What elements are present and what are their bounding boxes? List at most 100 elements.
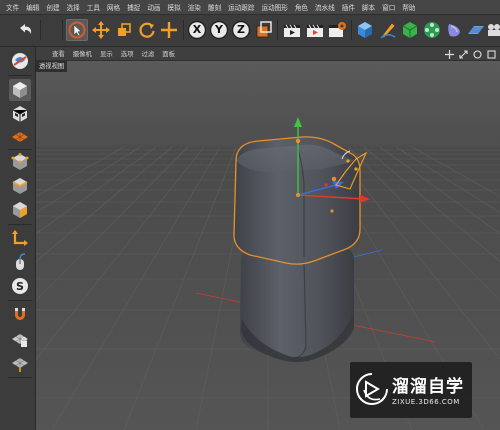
axis-mode-icon [12, 230, 28, 246]
deformer-button[interactable] [443, 19, 465, 41]
menu-edit[interactable]: 编辑 [26, 2, 39, 12]
side-handle[interactable] [331, 176, 337, 182]
polygons-mode-button[interactable] [9, 199, 31, 221]
menu-help[interactable]: 帮助 [402, 2, 415, 12]
menu-simulate[interactable]: 模拟 [168, 2, 181, 12]
floor-button[interactable] [465, 19, 487, 41]
viewport-menu-filter[interactable]: 过滤 [142, 49, 155, 58]
render-to-picture-viewer-button[interactable] [304, 19, 326, 41]
cloner-icon [424, 22, 440, 38]
workplane-mode-button[interactable] [9, 125, 31, 147]
magnet-icon [15, 308, 25, 320]
add-cube-button[interactable] [354, 19, 376, 41]
menu-mesh[interactable]: 网格 [107, 2, 120, 12]
magnet-button[interactable] [9, 303, 31, 325]
axis-y-label: Y [215, 23, 223, 36]
floor-icon [468, 26, 484, 34]
rotate-icon [139, 22, 155, 38]
subdivision-surface-button[interactable] [399, 19, 421, 41]
render-settings-icon [329, 22, 346, 37]
pen-tool-button[interactable] [377, 19, 399, 41]
tweak-mode-button[interactable] [9, 251, 31, 273]
menu-render[interactable]: 渲染 [188, 2, 201, 12]
orbit-icon[interactable] [473, 49, 482, 59]
axis-x-lock-button[interactable]: X [186, 19, 208, 41]
viewport-label: 透视视图 [36, 61, 68, 72]
render-view-button[interactable] [281, 19, 303, 41]
scale-tool-button[interactable] [113, 19, 135, 41]
viewport-menu-view[interactable]: 查看 [52, 49, 65, 58]
rotate-tool-button[interactable] [136, 19, 158, 41]
lock-workplane-button[interactable] [9, 329, 31, 351]
menu-tools[interactable]: 工具 [87, 2, 100, 12]
scale-icon [118, 23, 131, 36]
render-view-icon [284, 24, 300, 37]
menu-file[interactable]: 文件 [6, 2, 19, 12]
pen-icon [380, 22, 396, 39]
render-settings-button[interactable] [326, 19, 348, 41]
camera-icon [488, 24, 500, 36]
workplane-icon [12, 132, 28, 142]
menu-animate[interactable]: 动画 [147, 2, 160, 12]
polygons-mode-icon [13, 202, 27, 218]
menu-plugins[interactable]: 插件 [342, 2, 355, 12]
coordinate-system-button[interactable] [253, 19, 275, 41]
axis-x-label: X [192, 23, 202, 36]
viewport-menu-bar: 查看 摄像机 显示 选项 过滤 面板 [36, 47, 500, 61]
tweak-mode-icon [16, 253, 26, 270]
viewport-menu-panel[interactable]: 面板 [162, 49, 175, 58]
points-mode-button[interactable] [9, 151, 31, 173]
undo-icon [20, 24, 32, 34]
recent-tool-button[interactable] [158, 19, 180, 41]
axis-mode-button[interactable] [9, 227, 31, 249]
viewport-menu-options[interactable]: 选项 [121, 49, 134, 58]
axis-z-label: Z [237, 23, 245, 36]
viewport-menu-cameras[interactable]: 摄像机 [73, 49, 92, 58]
menu-create[interactable]: 创建 [46, 2, 59, 12]
live-selection-icon [68, 21, 86, 39]
pan-icon[interactable] [445, 49, 454, 59]
texture-mode-icon [12, 106, 28, 122]
menu-snap[interactable]: 捕捉 [127, 2, 140, 12]
texture-mode-button[interactable] [9, 103, 31, 125]
zoom-icon[interactable] [459, 49, 468, 59]
viewport-nav-icons [445, 47, 496, 61]
planar-workplane-icon [12, 358, 28, 372]
menu-character[interactable]: 角色 [295, 2, 308, 12]
deformer-icon [448, 24, 460, 37]
menu-script[interactable]: 脚本 [362, 2, 375, 12]
snap-icon: S [12, 278, 28, 294]
watermark-url: ZIXUE.3D66.COM [392, 398, 460, 406]
world-coordinates-icon [256, 21, 272, 38]
upper-cube-selected [233, 136, 361, 265]
axis-z-lock-button[interactable]: Z [230, 19, 252, 41]
model-mode-icon [13, 82, 27, 98]
cloner-button[interactable] [421, 19, 443, 41]
axis-y-lock-button[interactable]: Y [208, 19, 230, 41]
menu-mograph[interactable]: 运动图形 [261, 2, 287, 12]
move-tool-button[interactable] [90, 19, 112, 41]
menu-pipeline[interactable]: 流水线 [315, 2, 335, 12]
menu-select[interactable]: 选择 [67, 2, 80, 12]
make-editable-icon [12, 53, 28, 69]
recent-tool-icon [161, 22, 177, 38]
menu-window[interactable]: 窗口 [382, 2, 395, 12]
render-to-picture-viewer-icon [307, 24, 323, 37]
live-selection-button[interactable] [66, 19, 88, 41]
upper-handle[interactable] [295, 138, 301, 144]
snap-button[interactable]: S [9, 275, 31, 297]
undo-button[interactable] [14, 19, 36, 41]
menu-bar: 文件 编辑 创建 选择 工具 网格 捕捉 动画 模拟 渲染 雕刻 运动跟踪 运动… [0, 0, 500, 15]
maximize-icon[interactable] [487, 49, 496, 59]
watermark: 溜溜自学 ZIXUE.3D66.COM [350, 362, 472, 418]
planar-workplane-button[interactable] [9, 353, 31, 375]
camera-button[interactable] [486, 19, 500, 41]
main-toolbar: X Y Z [0, 15, 500, 47]
edges-mode-button[interactable] [9, 175, 31, 197]
model-mode-button[interactable] [9, 79, 31, 101]
menu-sculpt[interactable]: 雕刻 [208, 2, 221, 12]
menu-motion-tracking[interactable]: 运动跟踪 [228, 2, 254, 12]
move-icon [92, 21, 110, 39]
make-editable-button[interactable] [9, 50, 31, 72]
viewport-menu-display[interactable]: 显示 [100, 49, 113, 58]
